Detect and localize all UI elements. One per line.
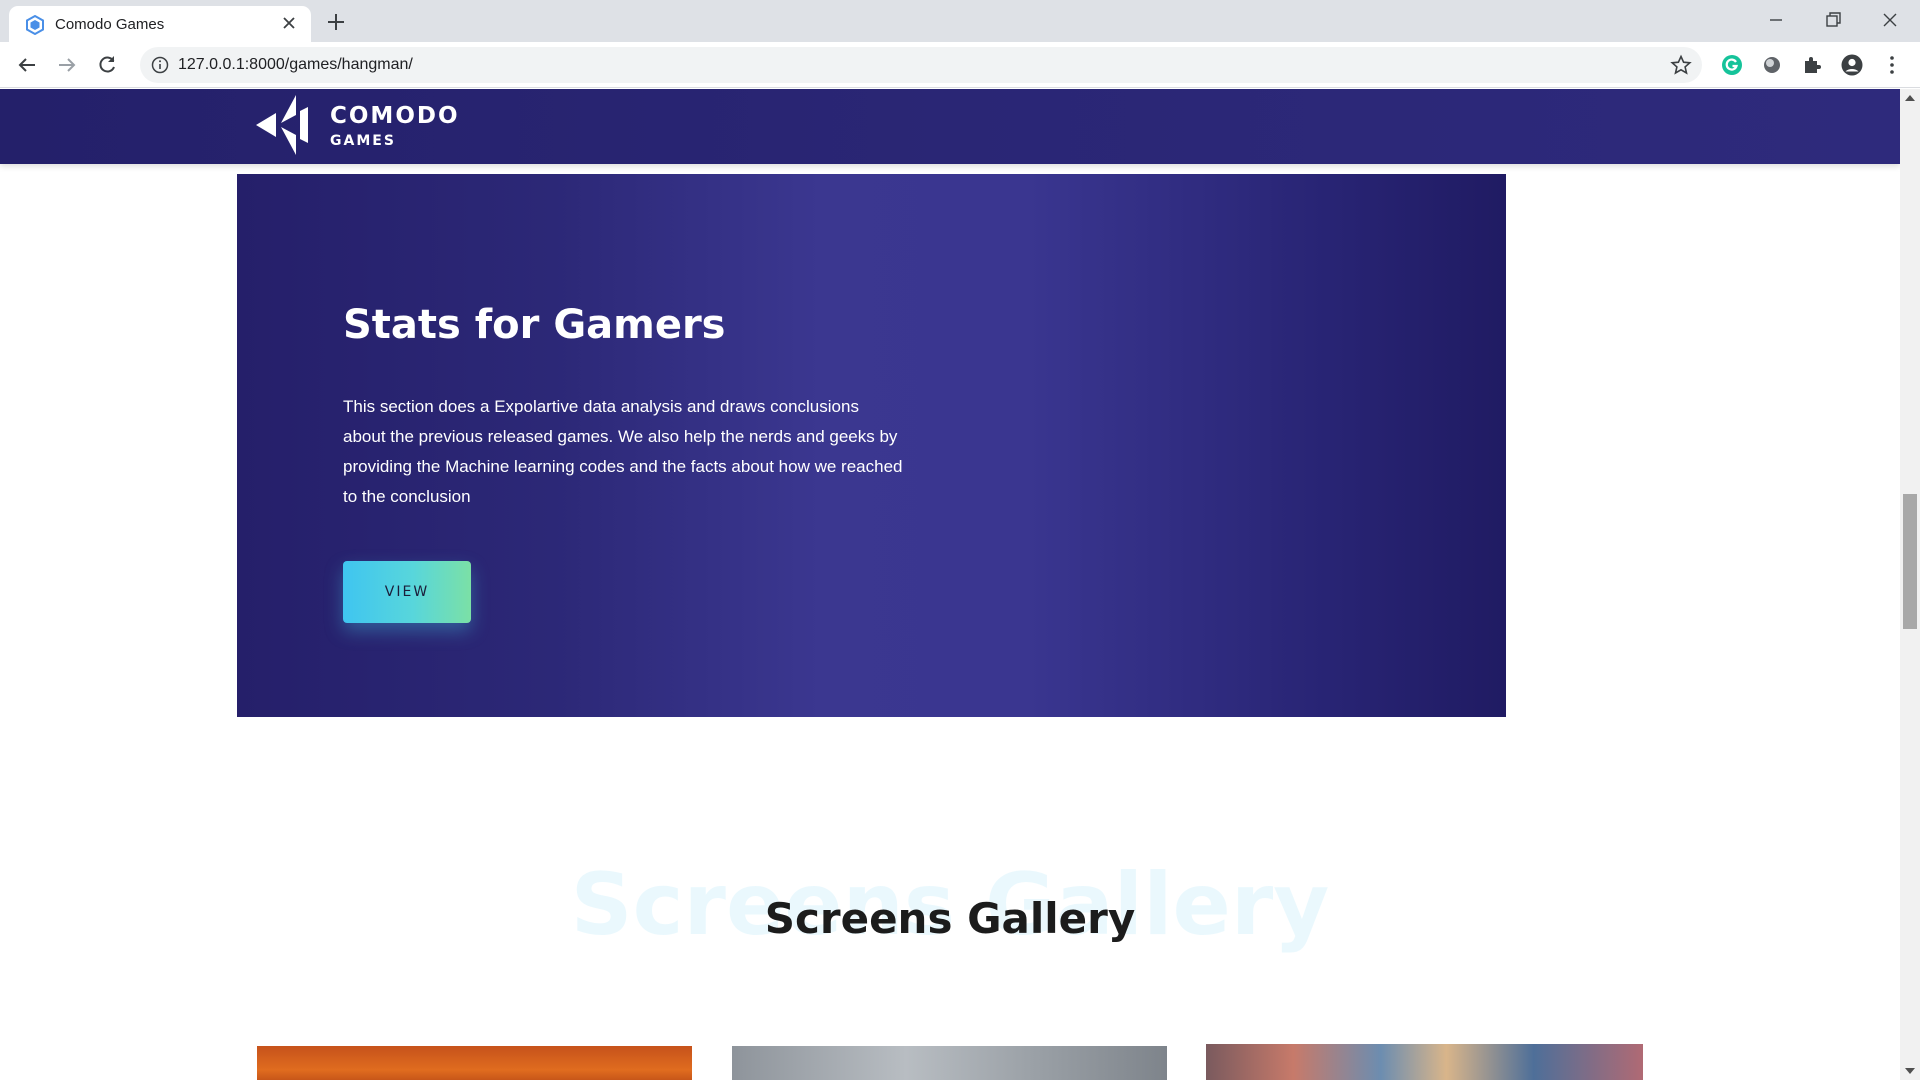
back-arrow-icon[interactable] xyxy=(13,51,41,79)
gallery-image[interactable] xyxy=(257,1046,692,1080)
page-viewport: COMODO GAMES Stats for Gamers This secti… xyxy=(0,89,1900,1080)
view-button[interactable]: VIEW xyxy=(343,561,471,623)
stats-hero-section: Stats for Gamers This section does a Exp… xyxy=(237,174,1506,717)
gallery-image[interactable] xyxy=(732,1046,1167,1080)
scroll-up-arrow-icon[interactable] xyxy=(1905,95,1915,101)
window-close-icon[interactable] xyxy=(1876,6,1904,34)
hero-description: This section does a Expolartive data ana… xyxy=(343,397,903,506)
browser-tab-strip: Comodo Games xyxy=(0,0,1920,42)
tab-favicon-icon xyxy=(26,15,44,35)
puzzle-icon[interactable] xyxy=(1800,53,1824,77)
kebab-menu-icon[interactable] xyxy=(1880,53,1904,77)
close-icon[interactable] xyxy=(279,13,299,33)
plus-icon[interactable] xyxy=(324,10,348,34)
site-header: COMODO GAMES xyxy=(0,89,1900,164)
scroll-down-arrow-icon[interactable] xyxy=(1905,1068,1915,1074)
grammarly-icon[interactable] xyxy=(1720,53,1744,77)
extension-circle-icon[interactable] xyxy=(1760,53,1784,77)
hero-title: Stats for Gamers xyxy=(343,302,726,348)
scrollbar-thumb[interactable] xyxy=(1903,494,1917,629)
logo-wordmark[interactable]: COMODO xyxy=(330,103,460,129)
comodo-logo-icon[interactable] xyxy=(254,93,312,157)
restore-icon[interactable] xyxy=(1819,6,1847,34)
profile-icon[interactable] xyxy=(1840,53,1864,77)
minimize-icon[interactable] xyxy=(1762,6,1790,34)
gallery-image[interactable] xyxy=(1206,1044,1643,1080)
browser-tab[interactable]: Comodo Games xyxy=(9,6,311,42)
page-scrollbar[interactable] xyxy=(1900,89,1920,1080)
star-icon[interactable] xyxy=(1670,54,1692,76)
address-bar[interactable]: 127.0.0.1:8000/games/hangman/ xyxy=(140,47,1702,83)
forward-arrow-icon[interactable] xyxy=(53,51,81,79)
info-icon[interactable] xyxy=(151,56,169,74)
gallery-title: Screens Gallery xyxy=(764,894,1136,943)
tab-title: Comodo Games xyxy=(55,16,165,33)
url-text[interactable]: 127.0.0.1:8000/games/hangman/ xyxy=(178,56,413,74)
logo-subtitle[interactable]: GAMES xyxy=(330,133,396,149)
reload-icon[interactable] xyxy=(93,51,121,79)
browser-toolbar: 127.0.0.1:8000/games/hangman/ xyxy=(0,42,1920,88)
